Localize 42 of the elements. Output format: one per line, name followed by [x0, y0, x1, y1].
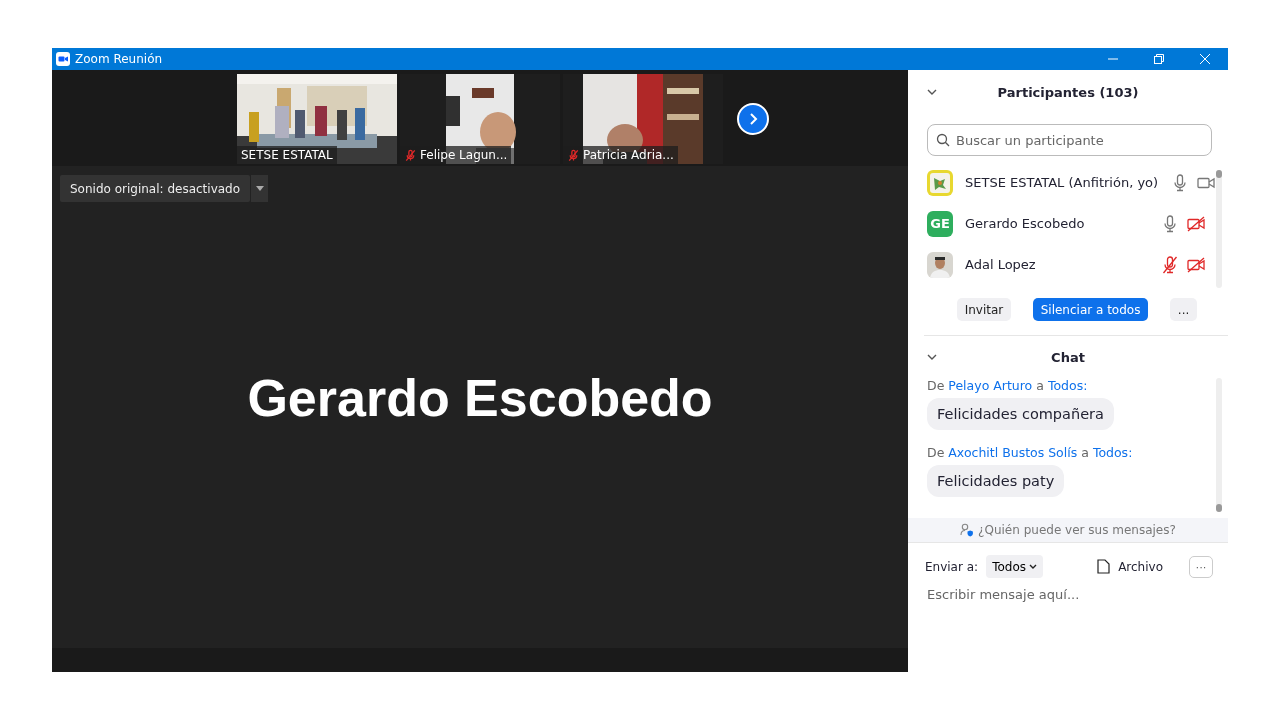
search-field[interactable]: Buscar un participante [927, 124, 1212, 156]
zoom-camera-icon [56, 52, 70, 66]
chevron-down-icon [1028, 563, 1037, 570]
sender-link[interactable]: Axochitl Bustos Solís [948, 445, 1078, 460]
participant-name: Gerardo Escobedo [965, 216, 1086, 231]
window-title: Zoom Reunión [75, 52, 163, 66]
message-bubble: Felicidades paty [927, 465, 1065, 497]
message-header: De Pelayo Arturo a Todos: [927, 378, 1088, 393]
message-header: De Axochitl Bustos Solís a Todos: [927, 445, 1133, 460]
message-bubble: Felicidades compañera [927, 398, 1114, 430]
participant-name: Adal Lopez [965, 257, 1037, 272]
scrollbar-thumb[interactable] [1216, 170, 1222, 178]
send-to-label: Enviar a: [925, 559, 979, 574]
participant-name-label: SETSE ESTATAL [237, 146, 337, 164]
original-sound-button[interactable]: Sonido original: desactivado [60, 175, 251, 202]
restore-icon[interactable] [1154, 54, 1164, 64]
file-button[interactable]: Archivo [1091, 558, 1169, 575]
caret-icon [255, 186, 264, 191]
logo-avatar [927, 169, 953, 196]
search-icon [936, 133, 950, 147]
next-page-button[interactable] [737, 103, 769, 135]
file-icon [1097, 559, 1111, 574]
more-button[interactable]: ··· [1189, 555, 1213, 578]
recipient-link[interactable]: Todos: [1047, 378, 1088, 393]
dropdown-caret-button[interactable] [251, 175, 269, 202]
panel-title: Participantes (103) [996, 84, 1140, 100]
recipient-dropdown[interactable]: Todos [986, 555, 1043, 578]
close-icon[interactable] [1200, 54, 1210, 64]
scrollbar[interactable] [1216, 170, 1222, 288]
sender-link[interactable]: Pelayo Arturo [948, 378, 1033, 393]
panel-title: Chat [1050, 349, 1086, 365]
initials-avatar: GE [927, 210, 953, 237]
panel-button[interactable]: ... [1169, 298, 1198, 321]
active-speaker-name: Gerardo Escobedo [247, 368, 713, 428]
scrollbar[interactable] [1216, 378, 1222, 512]
panel-button[interactable]: Silenciar a todos [1032, 298, 1149, 321]
participant-name: SETSE ESTATAL (Anfitrión, yo) [965, 175, 1159, 190]
chevron-right-icon [747, 112, 759, 126]
panel-button[interactable]: Invitar [956, 298, 1012, 321]
recipient-link[interactable]: Todos: [1092, 445, 1133, 460]
person-shield-icon [960, 523, 975, 537]
scrollbar-thumb[interactable] [1216, 504, 1222, 512]
